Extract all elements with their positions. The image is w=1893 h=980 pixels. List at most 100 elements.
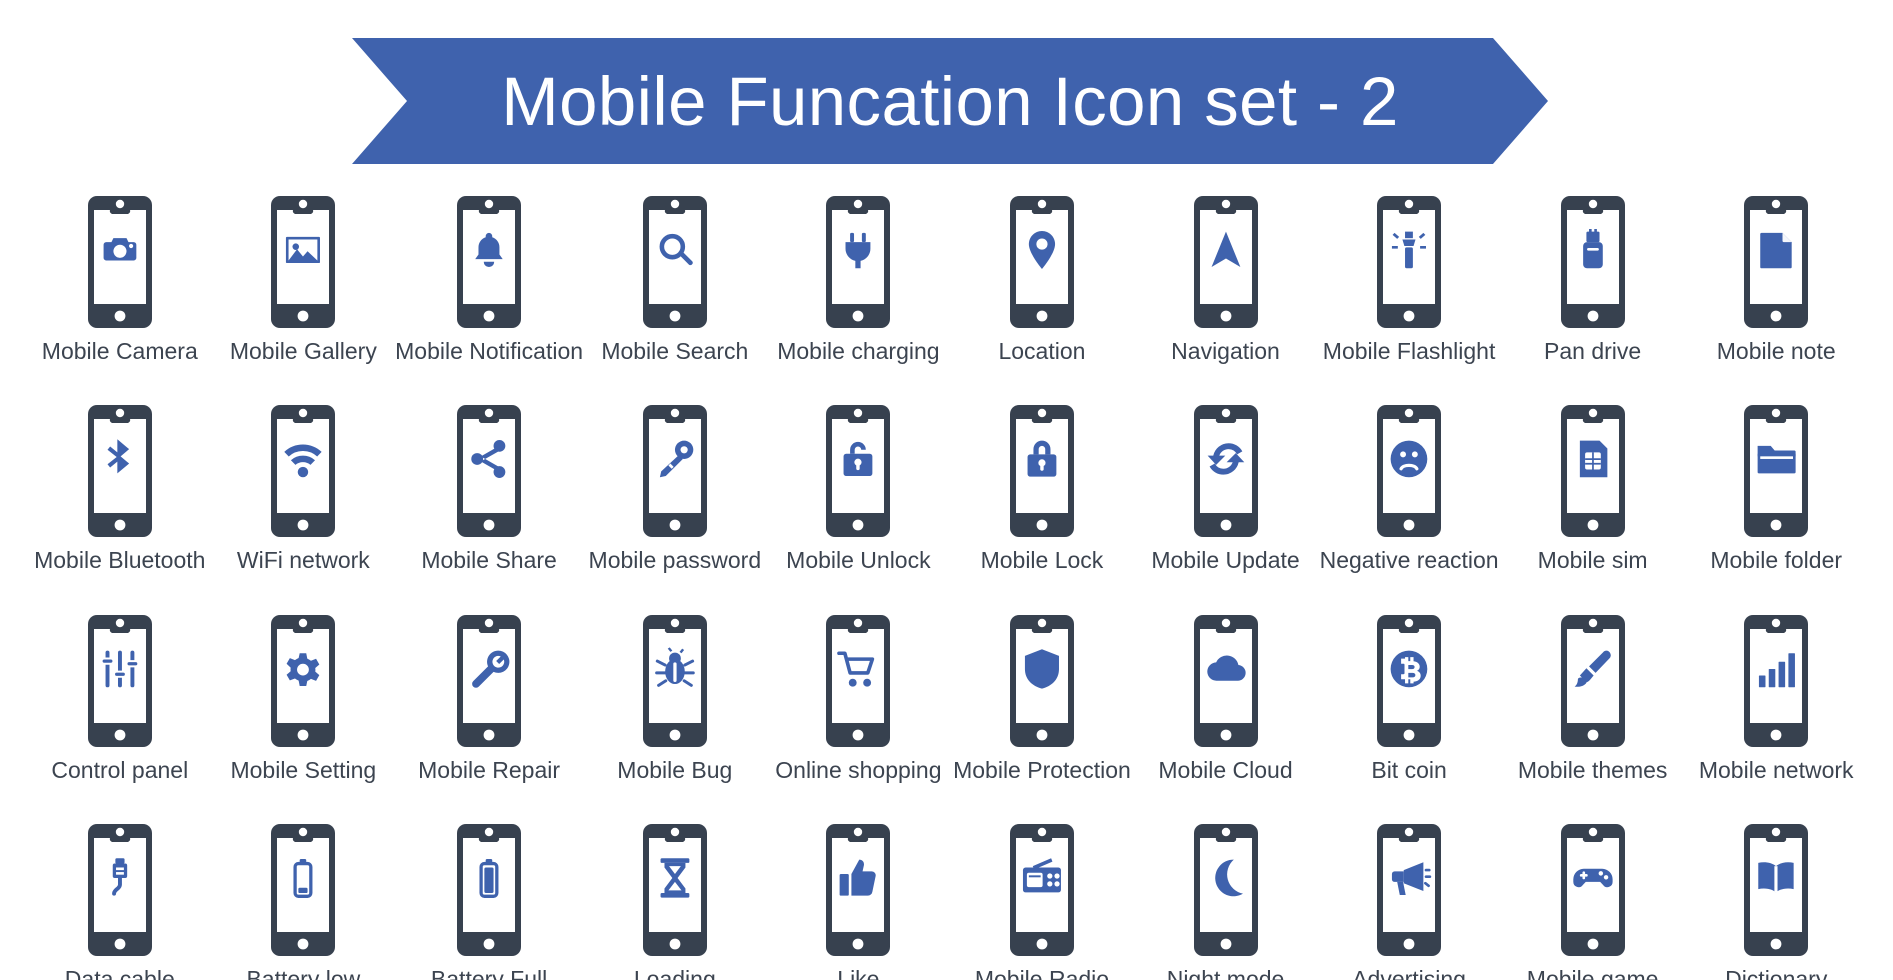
icon-cell[interactable]: Mobile network bbox=[1684, 614, 1868, 783]
icon-cell[interactable]: Mobile Notification bbox=[395, 196, 583, 364]
icon-label: Battery low bbox=[246, 965, 361, 980]
icon-label: Mobile note bbox=[1716, 338, 1836, 364]
phone-frame-camera-icon[interactable] bbox=[72, 196, 168, 328]
phone-frame-gear-icon[interactable] bbox=[255, 614, 351, 747]
phone-frame-key-icon[interactable] bbox=[627, 405, 723, 538]
icon-cell[interactable]: Mobile Search bbox=[583, 196, 767, 364]
icon-cell[interactable]: Mobile sim bbox=[1501, 405, 1685, 573]
icon-cell[interactable]: Navigation bbox=[1134, 196, 1318, 364]
phone-frame-megaphone-icon[interactable] bbox=[1361, 823, 1457, 956]
phone-frame-hourglass-icon[interactable] bbox=[627, 823, 723, 956]
icon-label: Mobile Lock bbox=[980, 547, 1104, 574]
icon-cell[interactable]: Battery Full bbox=[395, 823, 583, 980]
phone-frame-battery-full-icon[interactable] bbox=[441, 823, 537, 956]
icon-label: Mobile network bbox=[1698, 756, 1854, 783]
icon-cell[interactable]: Mobile Radio bbox=[950, 823, 1134, 980]
icon-label: Battery Full bbox=[430, 965, 548, 980]
icon-cell[interactable]: Mobile Repair bbox=[395, 614, 583, 783]
icon-label: Online shopping bbox=[775, 756, 942, 783]
phone-frame-thumbs-up-icon[interactable] bbox=[810, 823, 906, 956]
phone-frame-signal-bars-icon[interactable] bbox=[1728, 614, 1824, 747]
phone-frame-bluetooth-icon[interactable] bbox=[72, 405, 168, 538]
icon-label: Mobile Bug bbox=[617, 756, 733, 783]
icon-cell[interactable]: Mobile game bbox=[1501, 823, 1685, 980]
icon-cell[interactable]: Mobile folder bbox=[1684, 405, 1868, 573]
phone-frame-moon-icon[interactable] bbox=[1178, 823, 1274, 956]
icon-cell[interactable]: Advertising bbox=[1317, 823, 1501, 980]
icon-cell[interactable]: Control panel bbox=[28, 614, 212, 783]
icon-label: Mobile game bbox=[1526, 965, 1659, 980]
icon-cell[interactable]: Online shopping bbox=[767, 614, 951, 783]
icon-cell[interactable]: Night mode bbox=[1134, 823, 1318, 980]
phone-frame-folder-icon[interactable] bbox=[1728, 405, 1824, 538]
icon-label: Mobile Update bbox=[1151, 547, 1300, 574]
icon-cell[interactable]: Mobile Unlock bbox=[767, 405, 951, 573]
icon-label: WiFi network bbox=[236, 547, 370, 574]
icon-cell[interactable]: Mobile Lock bbox=[950, 405, 1134, 573]
phone-frame-plug-icon[interactable] bbox=[810, 196, 906, 328]
phone-frame-note-icon[interactable] bbox=[1728, 196, 1824, 328]
icon-label: Bit coin bbox=[1371, 756, 1447, 783]
phone-frame-sim-card-icon[interactable] bbox=[1545, 405, 1641, 538]
icon-cell[interactable]: Mobile themes bbox=[1501, 614, 1685, 783]
icon-cell[interactable]: Mobile Gallery bbox=[212, 196, 396, 364]
icon-cell[interactable]: Mobile Setting bbox=[212, 614, 396, 783]
phone-frame-lock-icon[interactable] bbox=[994, 405, 1090, 538]
phone-frame-map-pin-icon[interactable] bbox=[994, 196, 1090, 328]
phone-frame-refresh-icon[interactable] bbox=[1178, 405, 1274, 538]
icon-cell[interactable]: Negative reaction bbox=[1317, 405, 1501, 573]
phone-frame-flashlight-icon[interactable] bbox=[1361, 196, 1457, 328]
icon-label: Control panel bbox=[51, 756, 189, 783]
phone-frame-usb-cable-icon[interactable] bbox=[72, 823, 168, 956]
phone-frame-magnifier-icon[interactable] bbox=[627, 196, 723, 328]
icon-label: Mobile Flashlight bbox=[1322, 338, 1496, 364]
icon-cell[interactable]: Data cable bbox=[28, 823, 212, 980]
phone-frame-wrench-icon[interactable] bbox=[441, 614, 537, 747]
icon-cell[interactable]: Mobile Update bbox=[1134, 405, 1318, 573]
bitcoin-icon bbox=[1390, 650, 1428, 687]
phone-frame-cloud-icon[interactable] bbox=[1178, 614, 1274, 747]
icon-cell[interactable]: Mobile password bbox=[583, 405, 767, 573]
phone-frame-bitcoin-icon[interactable] bbox=[1361, 614, 1457, 747]
icon-cell[interactable]: Mobile Bug bbox=[583, 614, 767, 783]
phone-frame-open-book-icon[interactable] bbox=[1728, 823, 1824, 956]
phone-frame-battery-low-icon[interactable] bbox=[255, 823, 351, 956]
phone-frame-shield-icon[interactable] bbox=[994, 614, 1090, 747]
title-banner: Mobile Funcation Icon set - 2 bbox=[352, 38, 1548, 164]
icon-label: Mobile Search bbox=[601, 338, 749, 364]
phone-frame-shopping-cart-icon[interactable] bbox=[810, 614, 906, 747]
icon-cell[interactable]: Battery low bbox=[212, 823, 396, 980]
icon-cell[interactable]: WiFi network bbox=[212, 405, 396, 573]
icon-cell[interactable]: Pan drive bbox=[1501, 196, 1685, 364]
icon-cell[interactable]: Loading bbox=[583, 823, 767, 980]
phone-frame-navigation-arrow-icon[interactable] bbox=[1178, 196, 1274, 328]
icon-cell[interactable]: Bit coin bbox=[1317, 614, 1501, 783]
page-title: Mobile Funcation Icon set - 2 bbox=[501, 62, 1399, 140]
phone-frame-wifi-icon[interactable] bbox=[255, 405, 351, 538]
phone-frame-paint-brush-icon[interactable] bbox=[1545, 614, 1641, 747]
icon-cell[interactable]: Mobile note bbox=[1684, 196, 1868, 364]
icon-label: Like bbox=[837, 965, 880, 980]
phone-frame-bug-icon[interactable] bbox=[627, 614, 723, 747]
icon-cell[interactable]: Mobile Flashlight bbox=[1317, 196, 1501, 364]
icon-cell[interactable]: Dictionary bbox=[1684, 823, 1868, 980]
phone-frame-usb-drive-icon[interactable] bbox=[1545, 196, 1641, 328]
phone-frame-share-nodes-icon[interactable] bbox=[441, 405, 537, 538]
icon-cell[interactable]: Mobile Share bbox=[395, 405, 583, 573]
phone-frame-sad-face-icon[interactable] bbox=[1361, 405, 1457, 538]
phone-frame-gamepad-icon[interactable] bbox=[1545, 823, 1641, 956]
icon-cell[interactable]: Mobile Protection bbox=[950, 614, 1134, 783]
icon-cell[interactable]: Mobile Camera bbox=[28, 196, 212, 364]
phone-frame-image-icon[interactable] bbox=[255, 196, 351, 328]
icon-cell[interactable]: Mobile charging bbox=[767, 196, 951, 364]
icon-label: Mobile Protection bbox=[953, 756, 1131, 783]
phone-frame-sliders-icon[interactable] bbox=[72, 614, 168, 747]
phone-frame-radio-icon[interactable] bbox=[994, 823, 1090, 956]
sim-card-icon bbox=[1579, 440, 1608, 478]
icon-cell[interactable]: Mobile Bluetooth bbox=[28, 405, 212, 573]
icon-cell[interactable]: Mobile Cloud bbox=[1134, 614, 1318, 783]
icon-cell[interactable]: Location bbox=[950, 196, 1134, 364]
icon-cell[interactable]: Like bbox=[767, 823, 951, 980]
phone-frame-unlock-icon[interactable] bbox=[810, 405, 906, 538]
phone-frame-bell-icon[interactable] bbox=[441, 196, 537, 328]
